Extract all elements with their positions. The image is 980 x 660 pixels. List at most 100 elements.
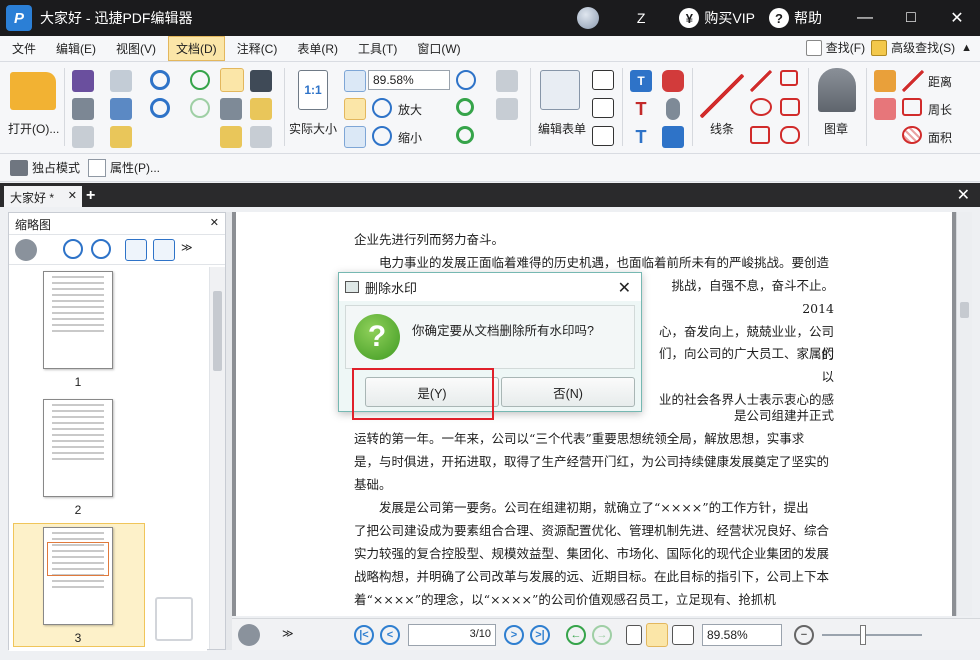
actual-size-button[interactable]: 实际大小 (289, 120, 337, 137)
no-button[interactable]: 否(N) (501, 377, 635, 407)
stamp-button[interactable]: 图章 (824, 120, 848, 137)
email-icon[interactable] (110, 70, 132, 92)
note-icon[interactable] (662, 70, 684, 92)
prev-page-icon[interactable]: < (380, 625, 400, 645)
document-scrollbar[interactable] (956, 212, 972, 616)
more-tools-icon[interactable]: ≫ (181, 241, 193, 254)
menu-file[interactable]: 文件 (4, 36, 44, 61)
polyline-icon[interactable] (780, 70, 798, 86)
document-tab[interactable]: 大家好 * ✕ (4, 186, 82, 207)
thumbnail-scrollbar[interactable] (209, 267, 225, 649)
single-page-icon[interactable] (626, 625, 642, 645)
help-link[interactable]: 帮助 (794, 8, 822, 28)
typewriter-icon[interactable] (592, 126, 614, 146)
new-tab-icon[interactable]: + (86, 187, 95, 205)
menu-form[interactable]: 表单(R) (289, 36, 346, 61)
fit-page-icon[interactable] (344, 70, 366, 92)
area-button[interactable]: 面积 (928, 129, 952, 146)
nav-forward-icon[interactable]: → (592, 625, 612, 645)
zoom-slider-handle[interactable] (860, 625, 866, 645)
dialog-close-icon[interactable]: ✕ (618, 278, 631, 298)
area-icon[interactable] (902, 126, 922, 144)
eraser-icon[interactable] (874, 98, 896, 120)
underline-icon[interactable]: T (630, 126, 652, 148)
strikeout-icon[interactable]: T (630, 98, 652, 120)
exclusive-mode-button[interactable]: 独占模式 (32, 159, 80, 176)
sound-icon[interactable] (662, 126, 684, 148)
page-tools-icon[interactable] (250, 126, 272, 148)
forward-icon[interactable] (190, 98, 210, 118)
rotate-cw-icon[interactable] (153, 239, 175, 261)
open-folder-icon[interactable] (10, 72, 56, 110)
new-page-icon[interactable] (110, 126, 132, 148)
crop-page-icon[interactable] (220, 126, 242, 148)
line-icon[interactable] (700, 74, 744, 118)
page-thumbnail[interactable] (43, 527, 113, 625)
close-tab-icon[interactable]: ✕ (68, 189, 77, 202)
view-options-icon[interactable] (238, 624, 260, 646)
hand-tool-icon[interactable] (220, 68, 244, 92)
close-all-icon[interactable]: ✕ (957, 185, 970, 205)
menu-collapse-icon[interactable]: ▲ (961, 42, 972, 54)
open-button[interactable]: 打开(O)... (8, 120, 59, 137)
polygon-icon[interactable] (780, 98, 800, 116)
panel-options-icon[interactable] (15, 239, 37, 261)
zoom-tool-icon[interactable] (456, 70, 476, 90)
minimize-button[interactable]: — (842, 0, 888, 36)
text-box-icon[interactable] (592, 70, 614, 90)
redo-icon[interactable] (150, 98, 170, 118)
select-text-icon[interactable] (220, 98, 242, 120)
page-number-input[interactable]: 3/10 (408, 624, 496, 646)
menu-window[interactable]: 窗口(W) (409, 36, 468, 61)
fit-visible-icon[interactable] (344, 126, 366, 148)
edit-form-icon[interactable] (540, 70, 580, 110)
pencil-icon[interactable] (874, 70, 896, 92)
last-page-icon[interactable]: >| (530, 625, 550, 645)
status-more-icon[interactable]: ≫ (282, 627, 294, 640)
text-field-icon[interactable] (496, 98, 518, 120)
zoom-out-icon[interactable] (372, 126, 392, 146)
nav-back-icon[interactable]: ← (566, 625, 586, 645)
menu-edit[interactable]: 编辑(E) (48, 36, 104, 61)
save-icon[interactable] (72, 70, 94, 92)
edit-form-button[interactable]: 编辑表单 (538, 120, 586, 137)
continuous-page-icon[interactable] (646, 623, 668, 647)
page-thumbnail[interactable] (43, 271, 113, 369)
callout-icon[interactable] (592, 98, 614, 118)
next-page-icon[interactable]: > (504, 625, 524, 645)
actual-size-icon[interactable]: 1:1 (298, 70, 328, 110)
page-thumbnail[interactable] (43, 399, 113, 497)
status-zoom-combo[interactable]: 89.58% (702, 624, 782, 646)
zoom-combo[interactable]: 89.58% (368, 70, 450, 90)
stamp-icon[interactable] (818, 68, 856, 112)
zoom-in-button[interactable]: 放大 (398, 101, 422, 118)
arrow-icon[interactable] (750, 70, 772, 92)
thumb-zoom-out-icon[interactable] (91, 239, 111, 259)
highlight-text-icon[interactable]: T (630, 70, 652, 92)
zoom-in-icon[interactable] (372, 98, 392, 118)
menu-comment[interactable]: 注释(C) (229, 36, 286, 61)
zoom-out-button[interactable]: 缩小 (398, 129, 422, 146)
distance-button[interactable]: 距离 (928, 73, 952, 90)
export-icon[interactable] (72, 126, 94, 148)
undo-icon[interactable] (150, 70, 170, 90)
ellipse-icon[interactable] (750, 98, 772, 116)
rotate-right-icon[interactable] (456, 126, 474, 144)
scan-icon[interactable] (110, 98, 132, 120)
advanced-find-button[interactable]: 高级查找(S) (871, 39, 955, 56)
user-avatar[interactable] (576, 7, 599, 29)
back-icon[interactable] (190, 70, 210, 90)
rotate-left-icon[interactable] (456, 98, 474, 116)
paste-icon[interactable] (250, 98, 272, 120)
line-button[interactable]: 线条 (710, 120, 734, 137)
rectangle-icon[interactable] (750, 126, 770, 144)
attach-icon[interactable] (666, 98, 680, 120)
menu-tools[interactable]: 工具(T) (350, 36, 405, 61)
thumb-zoom-in-icon[interactable] (63, 239, 83, 259)
maximize-button[interactable]: □ (888, 0, 934, 36)
close-window-button[interactable]: ✕ (934, 0, 980, 36)
cloud-icon[interactable] (780, 126, 800, 144)
buy-vip-link[interactable]: 购买VIP (704, 8, 755, 28)
find-button[interactable]: 查找(F) (805, 39, 865, 56)
fit-width-icon[interactable] (344, 98, 366, 120)
